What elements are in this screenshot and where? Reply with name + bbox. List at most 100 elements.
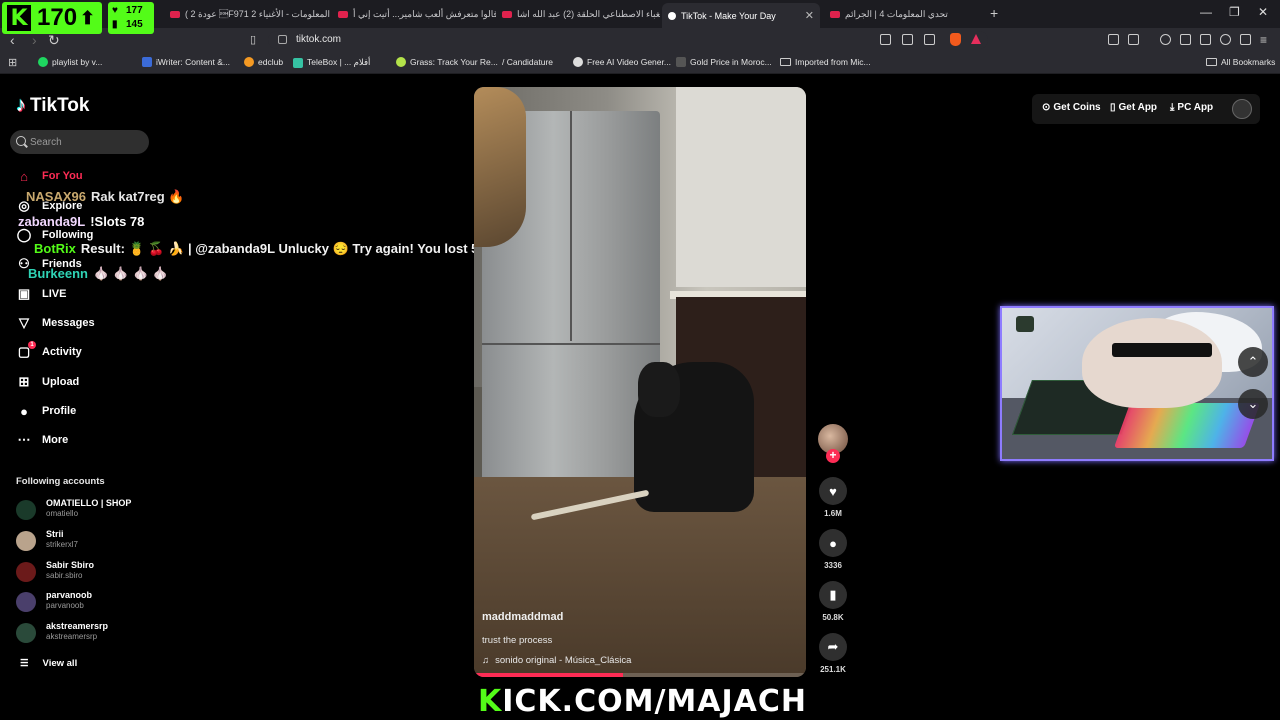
tab-5[interactable]: تحدي المعلومات 4 | الجرائم <box>830 4 980 24</box>
folder-icon <box>1206 58 1217 66</box>
new-tab-button[interactable]: + <box>990 5 998 21</box>
nav-upload[interactable]: ⊞ Upload <box>16 372 80 392</box>
brave-rewards-icon[interactable] <box>971 34 981 44</box>
music-icon[interactable] <box>1160 34 1171 45</box>
wallet-icon[interactable] <box>1200 34 1211 45</box>
video-description: trust the process <box>482 635 553 646</box>
bookmark-ai-video[interactable]: Free AI Video Gener... <box>573 57 671 67</box>
nav-profile[interactable]: ● Profile <box>16 401 76 421</box>
chat-message: NASAX96 Rak kat7reg 🔥 <box>26 189 185 204</box>
messages-icon: ▽ <box>19 315 29 330</box>
comment-icon: ● <box>819 529 847 557</box>
leo-icon[interactable] <box>1220 34 1231 45</box>
bookmark-candidature[interactable]: / Candidature <box>502 57 553 67</box>
tab-tiktok[interactable]: TikTok - Make Your Day ✕ <box>662 3 820 28</box>
translate-icon[interactable] <box>880 34 891 45</box>
follow-button[interactable]: + <box>826 449 840 463</box>
sidebar-icon[interactable] <box>1180 34 1191 45</box>
nav-activity[interactable]: ▢ 1 Activity <box>16 341 82 362</box>
back-button[interactable]: ‹ <box>10 32 15 48</box>
heart-icon: ♥ <box>819 477 847 505</box>
video-author[interactable]: maddmaddmad <box>482 611 563 623</box>
maximize-button[interactable]: ❐ <box>1229 5 1240 19</box>
fridge-drawer <box>482 343 660 345</box>
forward-button[interactable]: › <box>32 32 37 48</box>
video-player[interactable]: maddmaddmad trust the process ♫ sonido or… <box>474 87 806 677</box>
close-window-button[interactable]: ✕ <box>1258 5 1268 19</box>
view-all-button[interactable]: ☰ View all <box>20 658 77 669</box>
vpn-icon[interactable] <box>1240 34 1251 45</box>
kick-stats-badge: ♥ 177 ▮ 145 <box>108 2 154 34</box>
following-account[interactable]: OMATIELLO | SHOP omatiello <box>16 498 156 522</box>
apps-grid-icon[interactable]: ⊞ <box>8 55 17 71</box>
bookmark-iwriter[interactable]: iWriter: Content &... <box>142 57 230 67</box>
edclub-icon <box>244 57 254 67</box>
brave-shields-icon[interactable] <box>950 33 961 46</box>
extensions-icon[interactable] <box>1108 34 1119 45</box>
avatar <box>16 562 36 582</box>
video-frame-dog-head <box>638 362 680 417</box>
save-button[interactable]: ▮ 50.8K <box>817 581 849 622</box>
tiktok-logo[interactable]: ♪ TikTok <box>16 94 89 117</box>
bookmark-imported[interactable]: Imported from Mic... <box>780 57 871 67</box>
youtube-icon <box>830 10 840 18</box>
cast-icon[interactable] <box>902 34 913 45</box>
coin-icon: ⊙ <box>1042 102 1051 113</box>
search-box[interactable] <box>10 130 149 154</box>
bookmark-grass[interactable]: Grass: Track Your Re... <box>396 57 498 67</box>
tab-strip: ( عودة 2 F971 تحدي المعلومات - الأغنياء… <box>0 0 1280 28</box>
get-coins-button[interactable]: ⊙ Get Coins <box>1042 102 1101 113</box>
bookmark-telebox[interactable]: TeleBox | ... أفلام <box>293 57 370 68</box>
like-button[interactable]: ♥ 1.6M <box>817 477 849 518</box>
bookmark-playlist[interactable]: playlist by v... <box>38 57 102 67</box>
nav-more[interactable]: ⋯ More <box>16 430 69 450</box>
avatar <box>16 592 36 612</box>
bookmark-icon[interactable]: ▯ <box>250 32 256 48</box>
bookmark-edclub[interactable]: edclub <box>244 57 283 67</box>
profile-icon: ● <box>20 403 28 419</box>
next-video-button[interactable]: ⌄ <box>1238 389 1268 419</box>
video-progress-bar[interactable] <box>474 673 806 677</box>
share-icon: ➦ <box>819 633 847 661</box>
site-info-icon[interactable] <box>278 35 287 44</box>
nav-live[interactable]: ▣ LIVE <box>16 284 67 304</box>
bookmark-gold-price[interactable]: Gold Price in Moroc... <box>676 57 772 67</box>
spotify-icon <box>38 57 48 67</box>
search-icon[interactable] <box>16 136 26 146</box>
following-account[interactable]: Strii strikerxl7 <box>16 529 156 553</box>
tab-2[interactable]: قالوا متعرفش ألعب شامير... أتيت إني أ <box>338 4 496 24</box>
nav-for-you[interactable]: ⌂ For You <box>16 166 82 186</box>
search-input[interactable] <box>30 134 140 150</box>
arrow-up-icon: ⬆ <box>80 7 96 28</box>
screenshot-icon[interactable] <box>1128 34 1139 45</box>
following-account[interactable]: parvanoob parvanoob <box>16 590 156 614</box>
tab-3[interactable]: الغباء الاصطناعي الحلقة (2) عبد الله اشا <box>502 4 660 24</box>
following-account[interactable]: Sabir Sbiro sabir.sbiro <box>16 560 156 584</box>
following-account[interactable]: akstreamersrp akstreamersrp <box>16 621 156 645</box>
video-frame-cabinet <box>676 87 806 287</box>
user-avatar[interactable] <box>1232 99 1252 119</box>
close-tab-icon[interactable]: ✕ <box>805 9 814 22</box>
ai-video-icon <box>573 57 583 67</box>
tab-1[interactable]: ( عودة 2 F971 تحدي المعلومات - الأغنياء… <box>170 4 330 24</box>
video-music[interactable]: ♫ sonido original - Música_Clásica <box>482 655 631 666</box>
nav-messages[interactable]: ▽ Messages <box>16 313 95 333</box>
activity-icon: ▢ 1 <box>16 341 36 360</box>
reload-button[interactable]: ↻ <box>48 32 60 48</box>
comment-button[interactable]: ● 3336 <box>817 529 849 570</box>
chat-message: Burkeenn 🧄 🧄 🧄 🧄 <box>28 266 169 281</box>
menu-icon[interactable]: ≡ <box>1260 32 1267 48</box>
minimize-button[interactable]: — <box>1200 5 1212 19</box>
cam-head <box>1082 318 1222 408</box>
share-button[interactable]: ➦ 251.1K <box>817 633 849 674</box>
previous-video-button[interactable]: ⌃ <box>1238 347 1268 377</box>
gold-price-icon <box>676 57 686 67</box>
youtube-icon <box>338 10 348 18</box>
share-icon[interactable] <box>924 34 935 45</box>
all-bookmarks[interactable]: All Bookmarks <box>1206 57 1275 67</box>
get-app-button[interactable]: ▯ Get App <box>1110 102 1157 113</box>
pc-app-button[interactable]: ⤓ PC App <box>1170 102 1213 113</box>
phone-icon: ▯ <box>1110 102 1116 113</box>
download-icon: ⤓ <box>1170 102 1175 113</box>
address-bar: ‹ › ↻ ▯ tiktok.com ≡ <box>0 28 1280 52</box>
